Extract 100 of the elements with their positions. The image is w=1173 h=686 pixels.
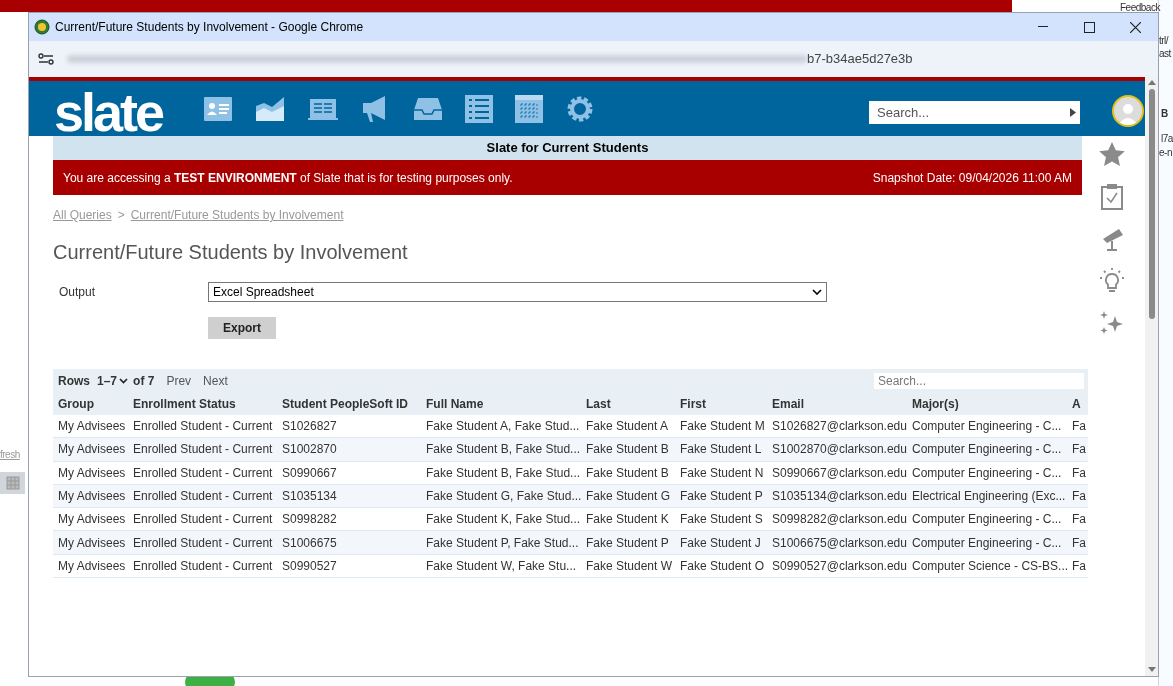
table-cell-text: My Advisees: [58, 418, 127, 436]
table-cell-text: Fa: [1072, 418, 1087, 436]
column-header[interactable]: First: [680, 394, 772, 413]
table-cell-text: S1035134: [282, 488, 338, 506]
column-header[interactable]: Email: [772, 394, 912, 413]
link-text[interactable]: ast: [1159, 48, 1171, 60]
label-text: l7a: [1161, 133, 1173, 145]
next-link[interactable]: Next: [203, 371, 228, 390]
tool-button[interactable]: [0, 472, 25, 494]
range-select[interactable]: 1–7: [97, 371, 129, 390]
table-cell-text: My Advisees: [58, 441, 127, 459]
prev-link[interactable]: Prev: [166, 371, 192, 390]
table-cell-text: Fake Student P, Fake Stud...: [426, 534, 580, 552]
link-text[interactable]: trl/: [1159, 35, 1169, 47]
table-cell-text: Fa: [1072, 488, 1087, 506]
table-cell-text: Electrical Engineering (Exc...: [912, 488, 1067, 506]
table-cell-text: Fake Student K: [586, 511, 670, 529]
table-cell-text: S0990667@clarkson.edu: [772, 464, 908, 482]
lightbulb-icon[interactable]: [1099, 268, 1125, 294]
calendar-icon[interactable]: [515, 94, 544, 123]
column-header[interactable]: Full Name: [426, 394, 586, 413]
column-header[interactable]: Enrollment Status: [133, 394, 282, 413]
table-cell-text: S0998282@clarkson.edu: [772, 511, 908, 529]
table-cell-text: Fake Student O: [680, 557, 766, 575]
table-cell-text: My Advisees: [58, 557, 127, 575]
table-cell-text: Computer Engineering - C...: [912, 418, 1063, 436]
chevron-down-icon: [119, 377, 129, 384]
table-cell-text: Fake Student K, Fake Stud...: [426, 511, 582, 529]
table-cell-text: Computer Engineering - C...: [912, 511, 1063, 529]
avatar[interactable]: [1112, 95, 1144, 127]
inbox-icon[interactable]: [413, 95, 444, 122]
table-cell-text: Enrolled Student - Current: [133, 511, 274, 529]
environment-banner: Slate for Current Students: [53, 136, 1082, 160]
table-cell-text: Fake Student A, Fake Stud...: [426, 418, 581, 436]
table-cell-text: Fake Student N: [680, 464, 765, 482]
table-cell-text: S1035134@clarkson.edu: [772, 488, 908, 506]
sparkles-icon[interactable]: [1099, 311, 1125, 335]
feedback-link[interactable]: Feedback: [1120, 2, 1160, 14]
column-header[interactable]: A: [1072, 394, 1088, 413]
page-heading: Current/Future Students by Involvement: [53, 240, 409, 265]
scroll-down-icon[interactable]: [1147, 667, 1156, 673]
row-count: of 7: [133, 372, 155, 390]
column-header[interactable]: Group: [58, 394, 133, 413]
table-cell-text: Fake Student P: [680, 488, 764, 506]
table-cell-text: S1006675: [282, 534, 338, 552]
chevron-down-icon: [812, 289, 822, 295]
column-header[interactable]: Student PeopleSoft ID: [282, 394, 426, 413]
table-cell-text: Enrolled Student - Current: [133, 488, 274, 506]
table-icon: [5, 476, 20, 490]
table-cell-text: Fake Student W, Fake Stu...: [426, 557, 578, 575]
list-icon[interactable]: [465, 94, 494, 123]
table-cell-text: Computer Science - CS-BS...: [912, 557, 1070, 575]
scrollbar-thumb[interactable]: [1148, 89, 1155, 319]
scrollbar[interactable]: [1145, 77, 1158, 676]
table-cell-text: Fa: [1072, 534, 1087, 552]
clipboard-icon[interactable]: [1101, 184, 1123, 210]
table-cell-text: My Advisees: [58, 488, 127, 506]
table-cell-text: Fake Student M: [680, 418, 766, 436]
search-field[interactable]: Search...: [869, 101, 1080, 124]
area-chart-icon[interactable]: [255, 95, 286, 122]
table-cell-text: Enrolled Student - Current: [133, 418, 274, 436]
site-settings-icon[interactable]: [37, 52, 55, 66]
table-cell-text: Fa: [1072, 511, 1087, 529]
table-cell-text: Fa: [1072, 464, 1087, 482]
table-cell-text: My Advisees: [58, 511, 127, 529]
table-cell-text: Fake Student L: [680, 441, 763, 459]
table-cell-text: Fake Student S: [680, 511, 764, 529]
caret-icon[interactable]: [1070, 108, 1076, 117]
table-cell-text: Computer Engineering - C...: [912, 464, 1063, 482]
table-cell-text: Enrolled Student - Current: [133, 441, 274, 459]
table-cell-text: Fake Student B: [586, 464, 670, 482]
logo[interactable]: slate: [54, 88, 163, 136]
table-cell-text: S1026827: [282, 418, 338, 436]
alert-text: You are accessing a TEST ENVIRONMENT of Slate that is for testing purposes only.: [63, 169, 513, 187]
breadcrumb-separator: >: [117, 207, 125, 224]
table-cell-text: Fake Student B: [586, 441, 670, 459]
table-cell-text: Enrolled Student - Current: [133, 534, 274, 552]
output-label: Output: [58, 284, 97, 301]
table-cell-text: S0990527@clarkson.edu: [772, 557, 908, 575]
label-text: B: [1161, 108, 1168, 120]
table-cell-text: Enrolled Student - Current: [133, 557, 274, 575]
output-select[interactable]: Excel Spreadsheet: [208, 282, 827, 302]
table-cell-text: Computer Engineering - C...: [912, 441, 1063, 459]
contact-card-icon[interactable]: [203, 95, 234, 122]
table-cell-text: Enrolled Student - Current: [133, 464, 274, 482]
column-header[interactable]: Major(s): [912, 394, 1072, 413]
table-cell-text: Fake Student P: [586, 534, 670, 552]
scroll-up-icon[interactable]: [1147, 79, 1156, 85]
address-bar[interactable]: b7-b34ae5d27e3b: [29, 41, 1158, 77]
export-button[interactable]: Export: [208, 317, 276, 339]
table-cell-text: Fa: [1072, 441, 1087, 459]
table-cell-text: S1002870@clarkson.edu: [772, 441, 908, 459]
snapshot-date: Snapshot Date: 09/04/2026 11:00 AM: [872, 169, 1072, 187]
table-cell-text: My Advisees: [58, 464, 127, 482]
table-cell-text: Fake Student J: [680, 534, 762, 552]
star-icon[interactable]: [1099, 142, 1125, 167]
table-cell-text: Computer Engineering - C...: [912, 534, 1063, 552]
table-cell-text: Fake Student G: [586, 488, 672, 506]
column-header[interactable]: Last: [586, 394, 680, 413]
table-search-field[interactable]: Search...: [874, 372, 1084, 389]
